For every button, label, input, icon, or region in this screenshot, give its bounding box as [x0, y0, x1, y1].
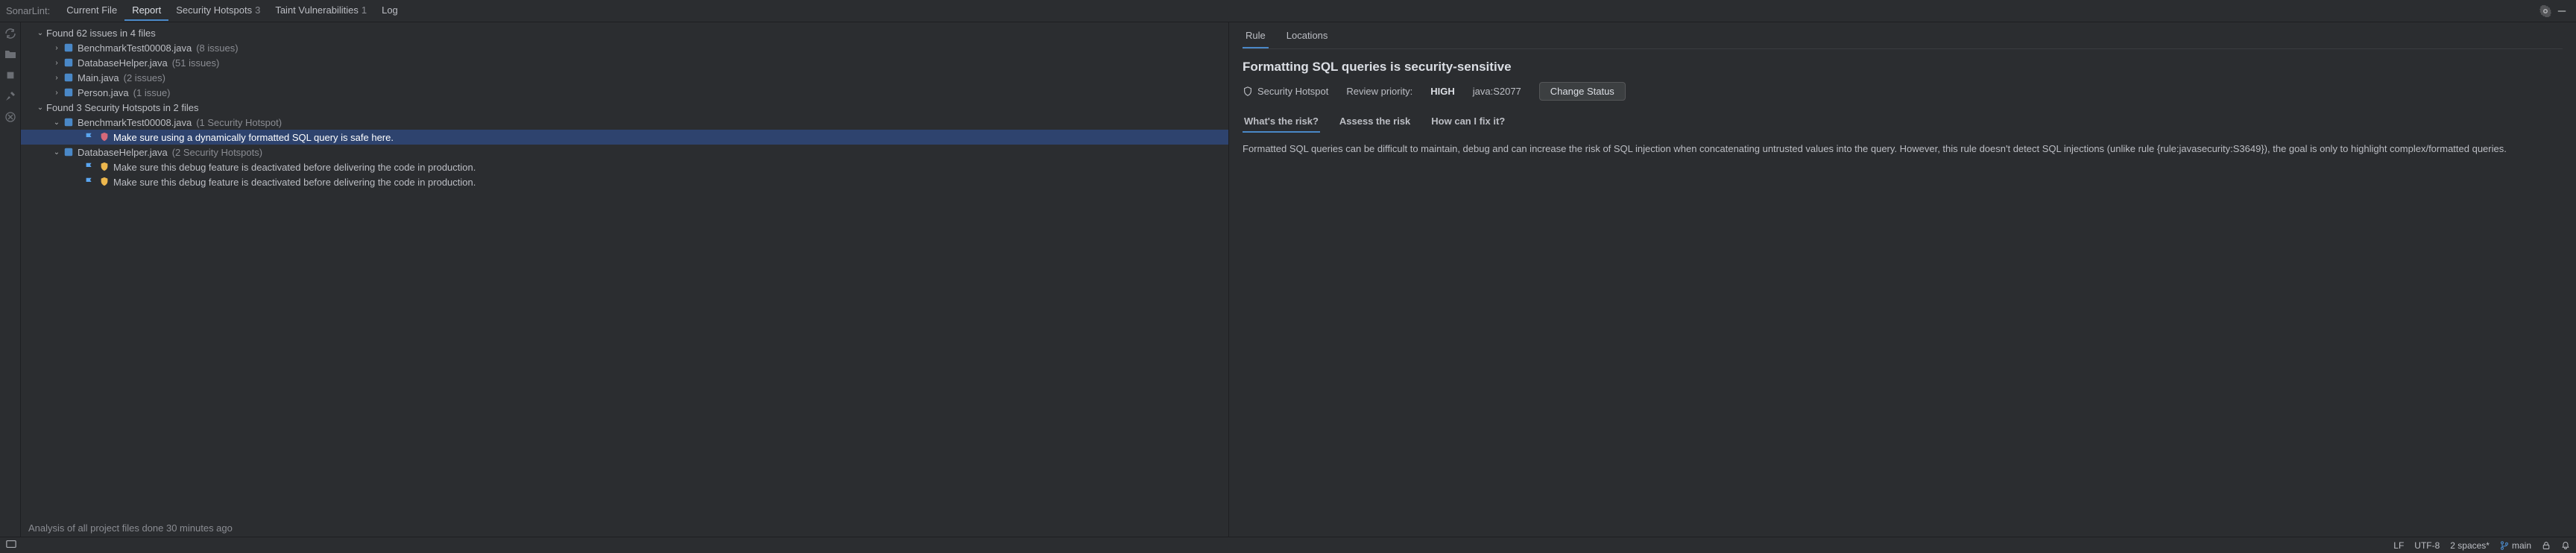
chevron-down-icon: ⌄: [51, 148, 63, 157]
tools-icon[interactable]: [4, 89, 17, 103]
priority-value: HIGH: [1430, 86, 1455, 97]
issue-count: (51 issues): [172, 57, 220, 69]
file-name: Person.java: [78, 87, 129, 98]
tree-file[interactable]: ⌄ BenchmarkTest00008.java (1 Security Ho…: [21, 115, 1228, 130]
java-file-icon: [63, 146, 75, 158]
tree-file[interactable]: › DatabaseHelper.java (51 issues): [21, 55, 1228, 70]
tree-file[interactable]: › Person.java (1 issue): [21, 85, 1228, 100]
detail-panel: Rule Locations Formatting SQL queries is…: [1229, 22, 2576, 537]
chevron-down-icon: ⌄: [51, 118, 63, 127]
tree-file[interactable]: › Main.java (2 issues): [21, 70, 1228, 85]
rule-key: java:S2077: [1473, 86, 1521, 97]
tab-security-hotspots[interactable]: Security Hotspots3: [168, 1, 268, 21]
hotspot-shield-icon: [98, 131, 110, 143]
tab-rule[interactable]: Rule: [1243, 24, 1269, 48]
git-branch[interactable]: main: [2500, 540, 2531, 551]
hotspot-shield-icon: [98, 176, 110, 188]
java-file-icon: [63, 57, 75, 69]
chevron-down-icon: ⌄: [34, 29, 46, 37]
left-gutter: [0, 22, 21, 537]
java-file-icon: [63, 72, 75, 83]
shield-icon: [1243, 86, 1253, 97]
lock-icon[interactable]: [2542, 541, 2551, 550]
issue-count: (1 issue): [133, 87, 171, 98]
notifications-icon[interactable]: [2561, 541, 2570, 550]
java-file-icon: [63, 86, 75, 98]
tree-hotspot-item[interactable]: Make sure using a dynamically formatted …: [21, 130, 1228, 145]
tab-locations[interactable]: Locations: [1284, 24, 1331, 48]
tab-taint-vulnerabilities[interactable]: Taint Vulnerabilities1: [268, 1, 374, 21]
rule-meta: Security Hotspot Review priority: HIGH j…: [1243, 82, 2563, 101]
file-name: DatabaseHelper.java: [78, 147, 168, 158]
rule-title: Formatting SQL queries is security-sensi…: [1243, 60, 2563, 75]
detail-tabs: Rule Locations: [1243, 24, 2563, 49]
hotspot-shield-icon: [98, 161, 110, 173]
subtab-how-can-i-fix-it[interactable]: How can I fix it?: [1430, 111, 1506, 133]
tree-file[interactable]: ⌄ DatabaseHelper.java (2 Security Hotspo…: [21, 145, 1228, 159]
rule-description: Formatted SQL queries can be difficult t…: [1243, 142, 2563, 157]
issue-count: (2 issues): [124, 72, 165, 83]
top-toolbar: SonarLint: Current File Report Security …: [0, 0, 2576, 22]
tree-file[interactable]: › BenchmarkTest00008.java (8 issues): [21, 40, 1228, 55]
issue-count: (8 issues): [196, 42, 238, 54]
line-ending[interactable]: LF: [2393, 540, 2404, 551]
tab-log[interactable]: Log: [374, 1, 405, 21]
file-name: BenchmarkTest00008.java: [78, 117, 192, 128]
hotspot-flag-icon: [83, 131, 95, 143]
tree-panel: ⌄ Found 62 issues in 4 files › Benchmark…: [21, 22, 1228, 537]
subtab-whats-the-risk[interactable]: What's the risk?: [1243, 111, 1320, 133]
chevron-right-icon: ›: [51, 89, 63, 97]
hotspot-count: (1 Security Hotspot): [196, 117, 282, 128]
hotspot-flag-icon: [83, 176, 95, 188]
chevron-down-icon: ⌄: [34, 104, 46, 112]
indent[interactable]: 2 spaces*: [2450, 540, 2490, 551]
hotspot-flag-icon: [83, 161, 95, 173]
rule-type: Security Hotspot: [1243, 86, 1328, 97]
file-name: BenchmarkTest00008.java: [78, 42, 192, 54]
java-file-icon: [63, 42, 75, 54]
tree-hotspot-item[interactable]: Make sure this debug feature is deactiva…: [21, 159, 1228, 174]
hotspot-label: Make sure this debug feature is deactiva…: [113, 162, 476, 173]
hotspot-count: (2 Security Hotspots): [172, 147, 262, 158]
hotspot-label: Make sure using a dynamically formatted …: [113, 132, 394, 143]
tree-hotspot-item[interactable]: Make sure this debug feature is deactiva…: [21, 174, 1228, 189]
tab-report[interactable]: Report: [124, 1, 168, 21]
hotspot-label: Make sure this debug feature is deactiva…: [113, 177, 476, 188]
subtab-assess-the-risk[interactable]: Assess the risk: [1338, 111, 1412, 133]
branch-icon: [2500, 541, 2509, 550]
status-bar: LF UTF-8 2 spaces* main: [0, 537, 2576, 553]
minimize-icon[interactable]: [2554, 3, 2570, 19]
tree-group-label: Found 62 issues in 4 files: [46, 28, 156, 39]
issue-tree[interactable]: ⌄ Found 62 issues in 4 files › Benchmark…: [21, 22, 1228, 519]
chevron-right-icon: ›: [51, 74, 63, 82]
folder-icon[interactable]: [4, 48, 17, 61]
file-name: DatabaseHelper.java: [78, 57, 168, 69]
chevron-right-icon: ›: [51, 59, 63, 67]
file-name: Main.java: [78, 72, 119, 83]
encoding[interactable]: UTF-8: [2414, 540, 2440, 551]
chevron-right-icon: ›: [51, 44, 63, 52]
tree-group-hotspots[interactable]: ⌄ Found 3 Security Hotspots in 2 files: [21, 100, 1228, 115]
panel-label: SonarLint:: [6, 5, 50, 16]
java-file-icon: [63, 116, 75, 128]
cancel-icon[interactable]: [4, 110, 17, 124]
tree-group-issues[interactable]: ⌄ Found 62 issues in 4 files: [21, 25, 1228, 40]
refresh-icon[interactable]: [4, 27, 17, 40]
analysis-status: Analysis of all project files done 30 mi…: [21, 519, 1228, 537]
review-priority: Review priority:: [1346, 86, 1412, 97]
stop-icon[interactable]: [4, 69, 17, 82]
rule-subtabs: What's the risk? Assess the risk How can…: [1243, 111, 2563, 133]
tree-group-label: Found 3 Security Hotspots in 2 files: [46, 102, 199, 113]
gear-icon[interactable]: [2537, 3, 2554, 19]
tab-current-file[interactable]: Current File: [59, 1, 124, 21]
terminal-icon[interactable]: [6, 539, 16, 552]
change-status-button[interactable]: Change Status: [1539, 82, 1626, 101]
